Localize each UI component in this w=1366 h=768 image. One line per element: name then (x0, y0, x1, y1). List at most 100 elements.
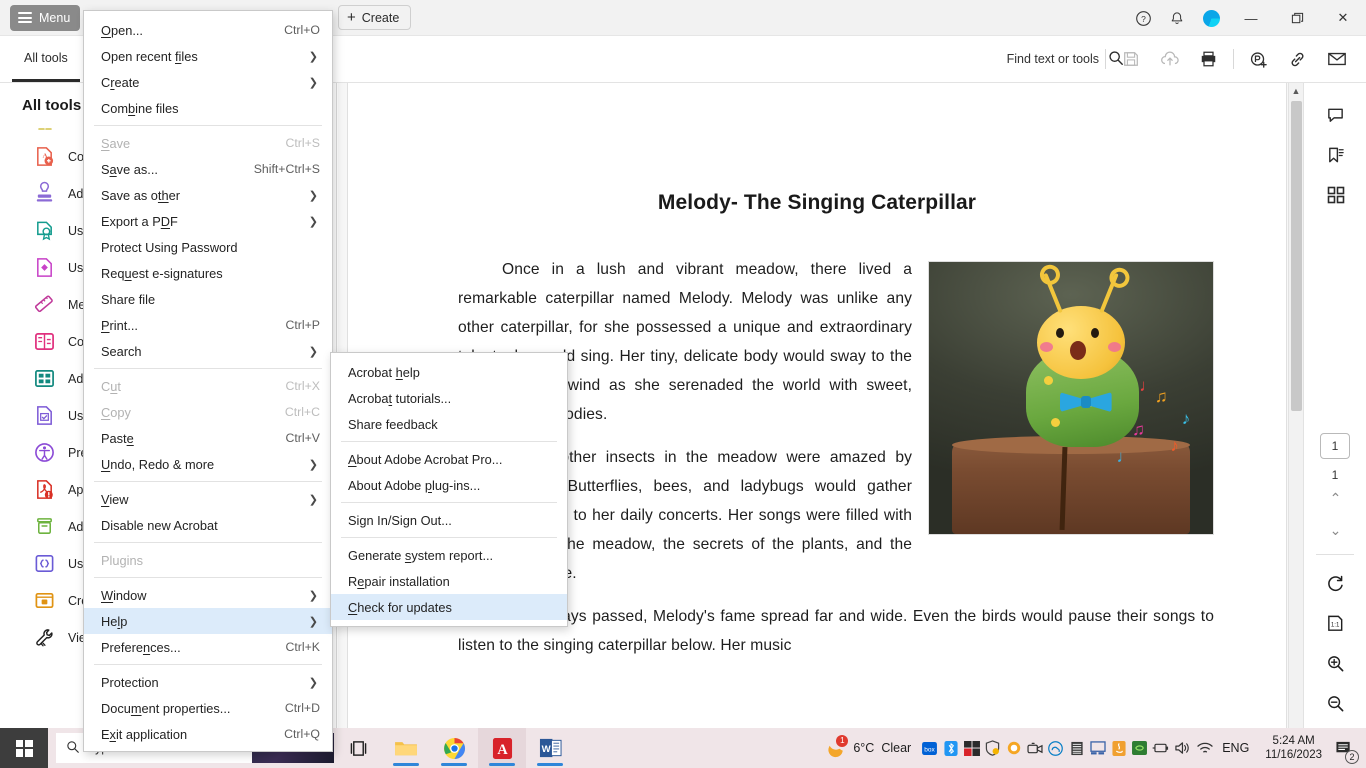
accessibility-icon (34, 442, 55, 463)
acrobat-icon[interactable]: A (478, 728, 526, 768)
clock-time: 5:24 AM (1272, 735, 1315, 747)
upload-cloud-icon[interactable] (1150, 36, 1189, 82)
start-button[interactable] (0, 728, 48, 768)
menu-item-combine-files[interactable]: Combine files (84, 95, 332, 121)
office-icon[interactable] (961, 728, 982, 768)
display-icon[interactable] (1087, 728, 1108, 768)
menu-item-exit-application[interactable]: Exit application Ctrl+Q (84, 721, 332, 747)
submenu-item-check-for-updates[interactable]: Check for updates (331, 594, 567, 620)
chrome-icon[interactable] (430, 728, 478, 768)
submenu-item-sign-in-sign-out[interactable]: Sign In/Sign Out... (331, 507, 567, 533)
create-button[interactable]: + Create (338, 5, 412, 30)
svg-text:A: A (497, 742, 508, 758)
notification-center-icon[interactable]: 2 (1330, 728, 1359, 768)
camera-icon[interactable] (1024, 728, 1045, 768)
zoom-out-icon[interactable] (1304, 683, 1366, 723)
language-indicator[interactable]: ENG (1218, 741, 1257, 755)
find-label: Find text or tools (1006, 52, 1099, 66)
menu-item-plugins: Plugins (84, 547, 332, 573)
menu-item-print[interactable]: Print... Ctrl+P (84, 312, 332, 338)
thumbnails-icon[interactable] (1304, 175, 1366, 215)
scrollbar-thumb[interactable] (1291, 101, 1302, 411)
submenu-item-repair-installation[interactable]: Repair installation (331, 568, 567, 594)
nvidia-icon[interactable] (1129, 728, 1150, 768)
stamp-add-icon[interactable] (1239, 36, 1278, 82)
menu-item-open[interactable]: Open... Ctrl+O (84, 17, 332, 43)
print-icon[interactable] (1189, 36, 1228, 82)
menu-item-save-as-other[interactable]: Save as other ❯ (84, 182, 332, 208)
help-circle-icon[interactable]: ? (1126, 0, 1160, 36)
menu-item-label: Export a PDF (101, 213, 178, 229)
main-menu-dropdown[interactable]: Open... Ctrl+O Open recent files ❯ Create ❯ Co… (83, 10, 333, 752)
menu-item-view[interactable]: View ❯ (84, 486, 332, 512)
menu-item-protection[interactable]: Protection ❯ (84, 669, 332, 695)
box-icon[interactable]: box (919, 728, 940, 768)
menu-item-save-as[interactable]: Save as... Shift+Ctrl+S (84, 156, 332, 182)
minimize-button[interactable]: — (1228, 0, 1274, 36)
save-icon[interactable] (1111, 36, 1150, 82)
fit-page-icon[interactable]: 1:1 (1304, 603, 1366, 643)
menu-item-request-e-signatures[interactable]: Request e-signatures (84, 260, 332, 286)
submenu-item-about-adobe-plug-ins[interactable]: About Adobe plug-ins... (331, 472, 567, 498)
java-icon[interactable] (1108, 728, 1129, 768)
rotate-icon[interactable] (1304, 563, 1366, 603)
bell-icon[interactable] (1160, 0, 1194, 36)
taskbar-clock[interactable]: 5:24 AM 11/16/2023 (1257, 734, 1330, 762)
file-explorer-icon[interactable] (382, 728, 430, 768)
menu-item-protect-using-password[interactable]: Protect Using Password (84, 234, 332, 260)
menu-item-create[interactable]: Create ❯ (84, 69, 332, 95)
update-icon[interactable] (1003, 728, 1024, 768)
link-icon[interactable] (1278, 36, 1317, 82)
mail-icon[interactable] (1317, 36, 1356, 82)
comment-icon[interactable] (1304, 95, 1366, 135)
plus-icon: + (347, 8, 356, 26)
battery-icon[interactable] (1150, 728, 1171, 768)
next-page-button[interactable]: ⌄ (1304, 514, 1366, 546)
weather-widget[interactable]: 1 6°C Clear (826, 734, 919, 759)
page-total-label: 1 (1331, 468, 1339, 482)
tab-all-tools[interactable]: All tools (12, 36, 80, 82)
menu-item-shortcut: Shift+Ctrl+S (253, 162, 320, 176)
menu-item-undo-redo-more[interactable]: Undo, Redo & more ❯ (84, 451, 332, 477)
word-icon[interactable]: W (526, 728, 574, 768)
menu-item-disable-new-acrobat[interactable]: Disable new Acrobat (84, 512, 332, 538)
close-button[interactable]: ✕ (1320, 0, 1366, 36)
menu-item-window[interactable]: Window ❯ (84, 582, 332, 608)
submenu-item-about-adobe-acrobat-pro[interactable]: About Adobe Acrobat Pro... (331, 446, 567, 472)
submenu-item-acrobat-tutorials[interactable]: Acrobat tutorials... (331, 385, 567, 411)
bookmark-icon[interactable] (1304, 135, 1366, 175)
menu-item-open-recent-files[interactable]: Open recent files ❯ (84, 43, 332, 69)
wifi-icon[interactable] (1192, 728, 1218, 768)
storage-icon[interactable] (1066, 728, 1087, 768)
security-shield-icon[interactable] (982, 728, 1003, 768)
menu-button[interactable]: Menu (10, 4, 81, 31)
submenu-item-generate-system-report[interactable]: Generate system report... (331, 542, 567, 568)
menu-button-label: Menu (39, 10, 71, 25)
help-submenu[interactable]: Acrobat help Acrobat tutorials... Share fe… (330, 352, 568, 627)
menu-item-paste[interactable]: Paste Ctrl+V (84, 425, 332, 451)
bluetooth-icon[interactable] (940, 728, 961, 768)
menu-item-help[interactable]: Help ❯ (84, 608, 332, 634)
partial-icon (34, 119, 55, 140)
menu-item-label: About Adobe Acrobat Pro... (348, 451, 503, 467)
menu-item-export-a-pdf[interactable]: Export a PDF ❯ (84, 208, 332, 234)
menu-item-search[interactable]: Search ❯ (84, 338, 332, 364)
submenu-item-acrobat-help[interactable]: Acrobat help (331, 359, 567, 385)
onedrive-icon[interactable] (1045, 728, 1066, 768)
previous-page-button[interactable]: ⌃ (1304, 482, 1366, 514)
pdf-alert-icon (34, 479, 55, 500)
account-avatar[interactable] (1194, 0, 1228, 36)
task-view-icon[interactable] (334, 728, 382, 768)
volume-icon[interactable] (1171, 728, 1192, 768)
page-number-input[interactable]: 1 (1320, 433, 1350, 459)
document-vertical-scrollbar[interactable]: ▲ (1288, 83, 1303, 728)
menu-item-share-file[interactable]: Share file (84, 286, 332, 312)
menu-item-label: Window (101, 587, 147, 603)
submenu-item-share-feedback[interactable]: Share feedback (331, 411, 567, 437)
scroll-up-icon[interactable]: ▲ (1289, 83, 1303, 99)
menu-item-preferences[interactable]: Preferences... Ctrl+K (84, 634, 332, 660)
menu-item-document-properties[interactable]: Document properties... Ctrl+D (84, 695, 332, 721)
zoom-in-icon[interactable] (1304, 643, 1366, 683)
maximize-button[interactable] (1274, 0, 1320, 36)
chevron-right-icon: ❯ (308, 615, 318, 628)
